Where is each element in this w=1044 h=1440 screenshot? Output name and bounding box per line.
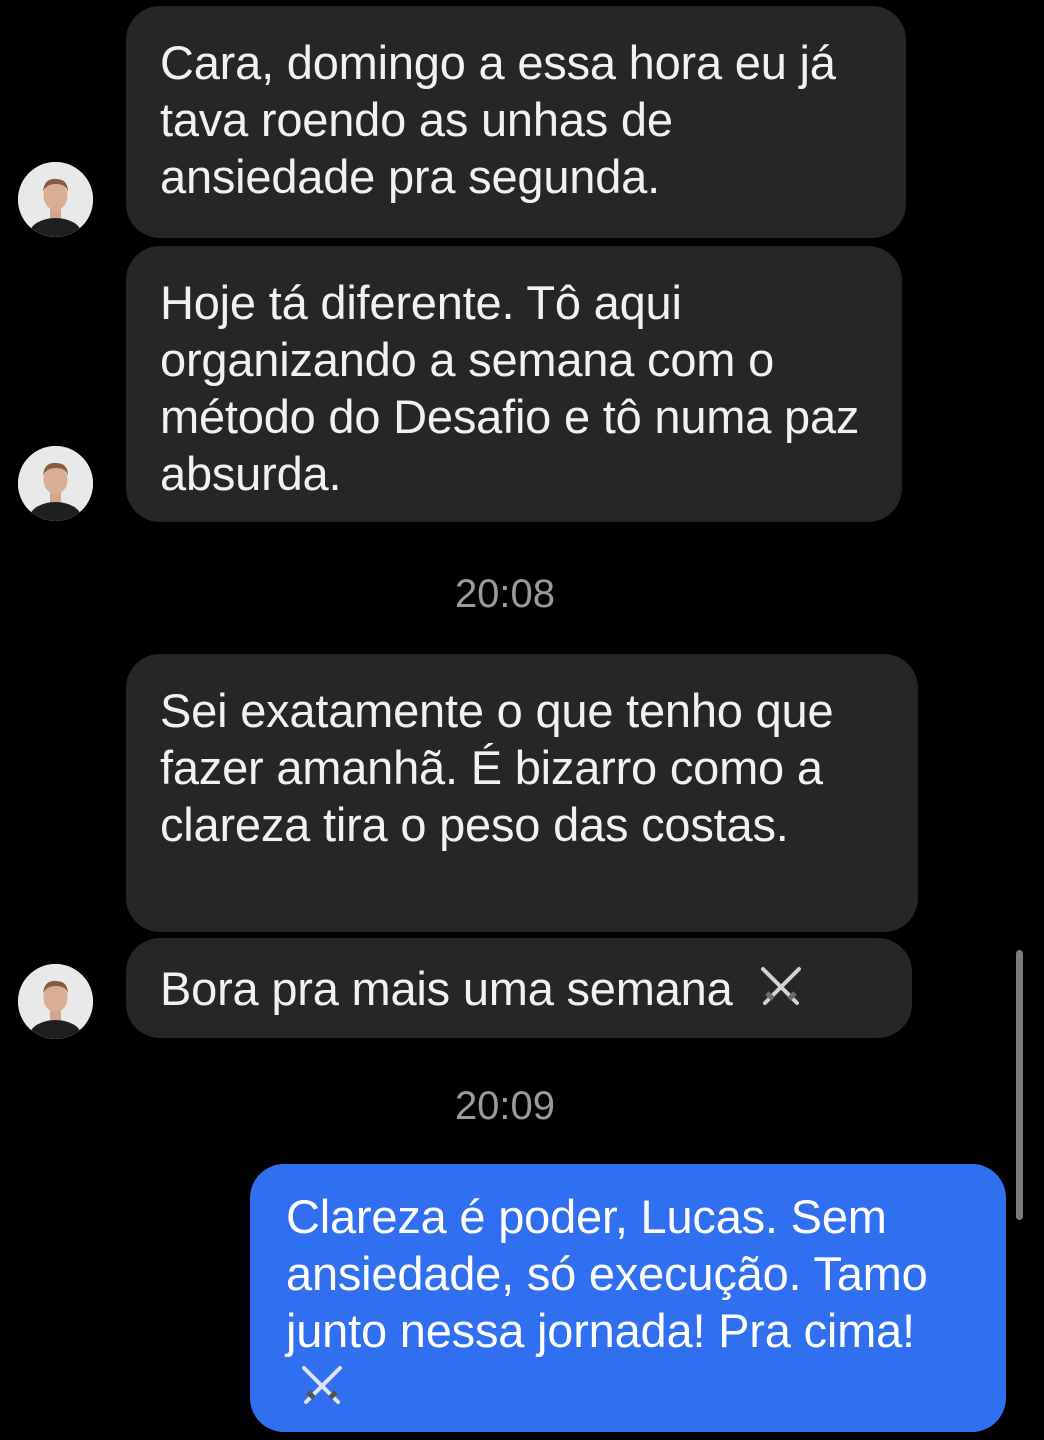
- scrollbar[interactable]: [1016, 950, 1023, 1220]
- message-text: Sei exatamente o que tenho que fazer ama…: [160, 684, 834, 851]
- timestamp: 20:09: [454, 1084, 556, 1128]
- message-bubble-outgoing[interactable]: Clareza é poder, Lucas. Sem ansiedade, s…: [250, 1164, 1006, 1432]
- avatar[interactable]: [18, 964, 93, 1039]
- crossed-swords-icon: [302, 1366, 342, 1404]
- timestamp: 20:08: [454, 572, 556, 616]
- crossed-swords-icon: [761, 967, 802, 1005]
- message-text: Cara, domingo a essa hora eu já tava roe…: [160, 36, 836, 203]
- message-bubble-incoming[interactable]: Hoje tá diferente. Tô aqui organizando a…: [126, 246, 902, 522]
- message-text: Clareza é poder, Lucas. Sem ansiedade, s…: [286, 1190, 928, 1357]
- message-bubble-incoming[interactable]: Sei exatamente o que tenho que fazer ama…: [126, 654, 918, 932]
- avatar[interactable]: [18, 446, 93, 521]
- message-bubble-incoming[interactable]: Bora pra mais uma semana: [126, 938, 912, 1038]
- avatar[interactable]: [18, 162, 93, 237]
- message-text: Bora pra mais uma semana: [160, 962, 733, 1015]
- message-bubble-incoming[interactable]: Cara, domingo a essa hora eu já tava roe…: [126, 6, 906, 238]
- message-text: Hoje tá diferente. Tô aqui organizando a…: [160, 276, 860, 500]
